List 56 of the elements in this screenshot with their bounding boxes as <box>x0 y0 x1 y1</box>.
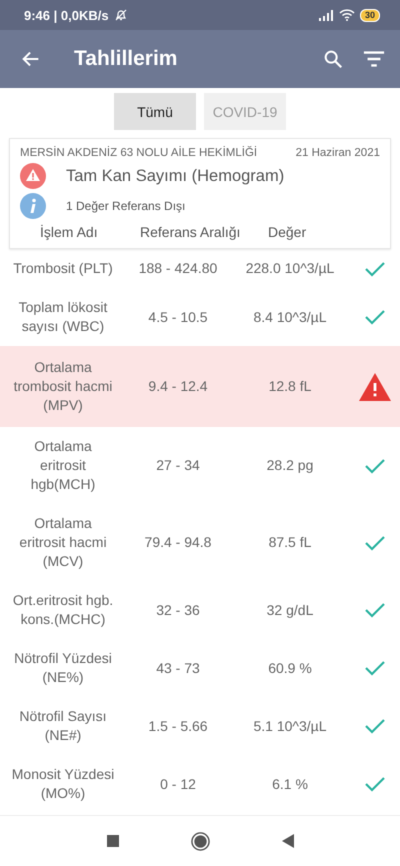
check-icon <box>365 534 385 550</box>
test-date: 21 Haziran 2021 <box>296 147 380 159</box>
test-cell-text: Toplam lökosit sayısı (WBC) <box>18 298 108 336</box>
range-cell-text: 43 - 73 <box>155 658 201 678</box>
test-cell-text: Ortalama eritrosit hgb(MCH) <box>30 437 96 494</box>
value-cell-text: 6.1 % <box>271 774 309 794</box>
search-icon[interactable] <box>322 48 344 70</box>
check-icon <box>365 309 385 325</box>
wifi-icon <box>338 9 355 21</box>
value-cell-text: 12.8 fL <box>268 377 312 396</box>
test-cell-text: Nötrofil Sayısı (NE#) <box>18 707 108 745</box>
test-cell-text: Ort.eritrosit hgb. kons.(MCHC) <box>12 591 114 629</box>
range-cell-text: 27 - 34 <box>155 456 201 475</box>
bell-off-icon <box>114 8 128 22</box>
test-cell-text: Ortalama eritrosit hacmi (MCV) <box>18 514 108 571</box>
check-icon <box>365 718 385 734</box>
check-icon <box>365 660 385 676</box>
column-header: Değer <box>268 224 306 240</box>
out-of-range-note: 1 Değer Referans Dışı <box>66 199 186 213</box>
value-cell-text: 32 g/dL <box>266 600 314 620</box>
value-cell-text: 28.2 pg <box>266 456 314 475</box>
status-time: 9:46 | 0,0KB/s <box>24 8 109 22</box>
range-cell-text: 9.4 - 12.4 <box>147 377 209 396</box>
range-cell-text: 188 - 424.80 <box>138 259 218 278</box>
value-cell-text: 87.5 fL <box>268 533 312 552</box>
test-cell: Monosit Yüzdesi (MO%) <box>11 765 115 803</box>
filter-tab[interactable]: Tümü <box>114 93 196 130</box>
check-icon <box>365 458 385 474</box>
screen-title: Tahlillerim <box>74 47 178 71</box>
test-cell-text: Nötrofil Yüzdesi (NE%) <box>13 649 113 687</box>
warning-icon <box>359 372 391 400</box>
back-icon[interactable] <box>282 834 294 848</box>
battery-icon: 30 <box>360 8 380 22</box>
column-header: Referans Aralığı <box>140 224 242 240</box>
check-icon <box>365 776 385 792</box>
check-icon <box>365 602 385 618</box>
warning-icon <box>20 163 46 189</box>
value-cell-text: 8.4 10^3/µL <box>252 308 328 326</box>
value-cell-text: 228.0 10^3/µL <box>244 259 336 278</box>
range-cell-text: 32 - 36 <box>155 600 201 620</box>
range-cell-text: 79.4 - 94.8 <box>144 533 212 552</box>
range-cell-text: 0 - 12 <box>159 774 197 794</box>
value-cell-text: 60.9 % <box>267 658 313 678</box>
test-cell-text: Ortalama trombosit hacmi (MPV) <box>12 358 114 415</box>
test-cell-text: Trombosit (PLT) <box>12 259 114 278</box>
check-icon <box>365 260 385 276</box>
test-name: Tam Kan Sayımı (Hemogram) <box>66 166 284 186</box>
range-cell-text: 1.5 - 5.66 <box>147 716 209 736</box>
institution-name: MERSİN AKDENİZ 63 NOLU AİLE HEKİMLİĞİ <box>20 147 258 159</box>
home-icon[interactable] <box>190 832 210 850</box>
recents-icon[interactable] <box>106 835 118 847</box>
column-header: İşlem Adı <box>40 224 99 240</box>
info-icon <box>20 193 46 219</box>
value-cell-text: 5.1 10^3/µL <box>252 716 328 736</box>
signal-icon <box>318 9 334 21</box>
range-cell-text: 4.5 - 10.5 <box>147 308 209 326</box>
